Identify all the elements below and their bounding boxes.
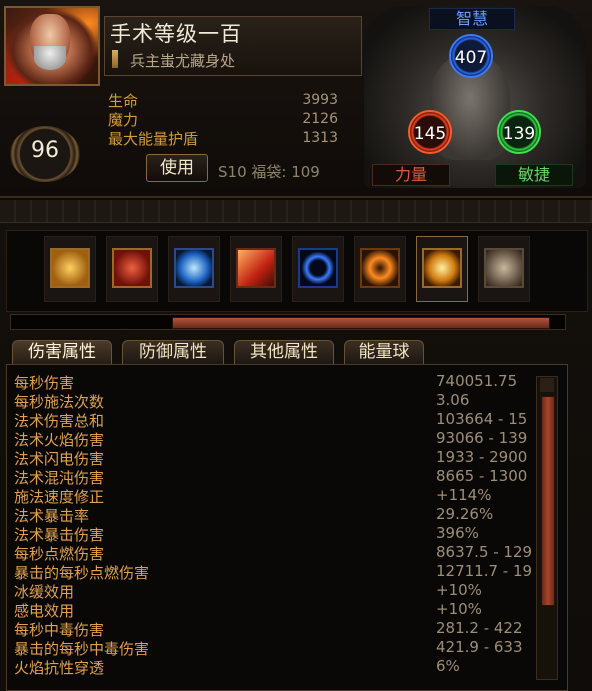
stat-label: 每秒伤害: [14, 374, 75, 392]
stat-label: 法术火焰伤害: [14, 431, 105, 449]
tab-damage[interactable]: 伤害属性: [12, 340, 112, 364]
tab-other[interactable]: 其他属性: [234, 340, 334, 364]
tab-defense[interactable]: 防御属性: [122, 340, 224, 364]
stat-value: 29.26%: [436, 505, 494, 523]
season-info: S10 福袋: 109: [218, 163, 320, 181]
dexterity-orb[interactable]: 139: [497, 110, 541, 154]
experience-bar-fill: [172, 317, 550, 329]
dexterity-label: 敏捷: [495, 164, 573, 186]
orange-chain-skill-icon[interactable]: [360, 248, 400, 288]
scroll-up-arrow-icon[interactable]: [540, 378, 554, 392]
portrait-beard: [34, 46, 66, 70]
stat-label: 每秒点燃伤害: [14, 545, 105, 563]
strength-orb[interactable]: 145: [408, 110, 452, 154]
gold-nova-skill-icon[interactable]: [422, 248, 462, 288]
character-level: 96: [31, 138, 59, 163]
stat-value: 6%: [436, 657, 460, 675]
stat-label: 冰缓效用: [14, 583, 75, 601]
stat-label: 每秒中毒伤害: [14, 621, 105, 639]
intelligence-orb[interactable]: 407: [449, 34, 493, 78]
stat-value: 3.06: [436, 391, 470, 409]
stat-value: +10%: [436, 600, 482, 618]
energy-shield-label: 最大能量护盾: [108, 130, 199, 148]
golden-cube-skill-icon[interactable]: [50, 248, 90, 288]
stat-label: 法术伤害总和: [14, 412, 105, 430]
life-value: 3993: [302, 92, 338, 108]
stat-label: 法术混沌伤害: [14, 469, 105, 487]
blue-lightning-skill-icon[interactable]: [174, 248, 214, 288]
mana-label: 魔力: [108, 111, 139, 129]
panel-divider: [0, 200, 592, 223]
stat-value: 8637.5 - 129: [436, 543, 533, 561]
red-runner-skill-icon[interactable]: [236, 248, 276, 288]
stat-value: 103664 - 15: [436, 410, 528, 428]
stat-value: 421.9 - 633: [436, 638, 523, 656]
stone-shrine-skill-icon[interactable]: [484, 248, 524, 288]
stat-label: 暴击的每秒中毒伤害: [14, 640, 150, 658]
mana-value: 2126: [302, 111, 338, 127]
stat-value: +114%: [436, 486, 492, 504]
life-label: 生命: [108, 92, 139, 110]
stat-label: 施法速度修正: [14, 488, 105, 506]
blue-portal-skill-icon[interactable]: [298, 248, 338, 288]
strength-label: 力量: [372, 164, 450, 186]
stat-label: 法术闪电伤害: [14, 450, 105, 468]
stat-value: 740051.75: [436, 372, 518, 390]
scrollbar-thumb[interactable]: [541, 396, 555, 606]
stat-value: 8665 - 1300: [436, 467, 528, 485]
stat-value: 281.2 - 422: [436, 619, 523, 637]
stat-label: 法术暴击率: [14, 507, 90, 525]
stat-value: 93066 - 139: [436, 429, 528, 447]
stat-label: 法术暴击伤害: [14, 526, 105, 544]
stat-value: 12711.7 - 19: [436, 562, 533, 580]
tab-energy-orb[interactable]: 能量球: [344, 340, 424, 364]
energy-shield-value: 1313: [302, 130, 338, 146]
league-icon: [112, 50, 118, 68]
stat-label: 火焰抗性穿透: [14, 659, 105, 677]
stat-value: 1933 - 2900: [436, 448, 528, 466]
stat-value: +10%: [436, 581, 482, 599]
stat-label: 暴击的每秒点燃伤害: [14, 564, 150, 582]
stat-label: 感电效用: [14, 602, 75, 620]
character-name: 手术等级一百: [110, 22, 242, 46]
stat-label: 每秒施法次数: [14, 393, 105, 411]
league-title: 兵主蚩尤藏身处: [130, 52, 236, 70]
intelligence-label: 智慧: [429, 8, 515, 30]
red-fist-skill-icon[interactable]: [112, 248, 152, 288]
stat-value: 396%: [436, 524, 479, 542]
use-button[interactable]: 使用: [146, 154, 208, 182]
